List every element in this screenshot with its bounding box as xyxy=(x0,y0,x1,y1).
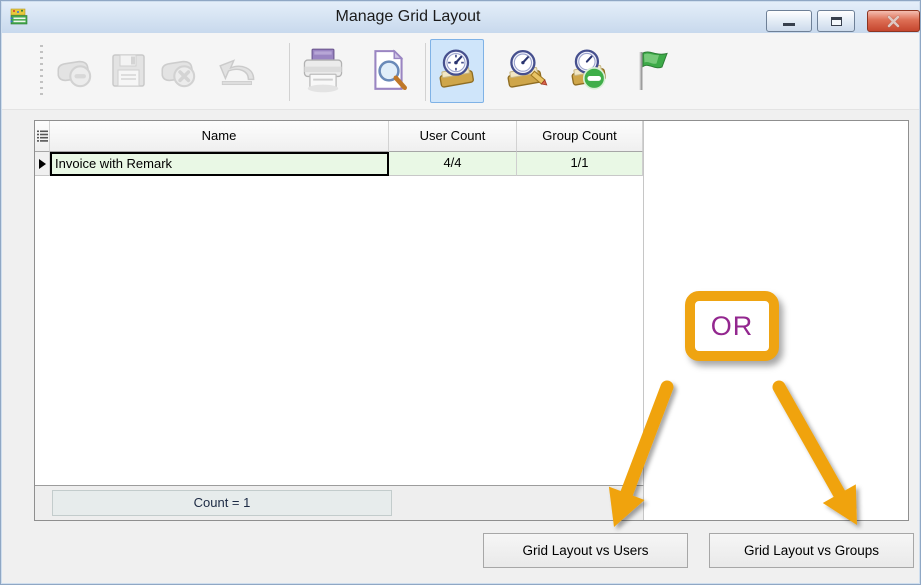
undo-button[interactable] xyxy=(212,39,266,103)
cell-group-count[interactable]: 1/1 xyxy=(517,152,643,176)
toolbar-grip[interactable] xyxy=(40,45,43,99)
print-preview-icon xyxy=(366,47,412,95)
cancel-layout-button[interactable] xyxy=(152,39,206,103)
delete-stamp-icon xyxy=(52,48,98,94)
column-chooser-button[interactable] xyxy=(35,121,50,152)
cancel-stamp-icon xyxy=(156,48,202,94)
minimize-button[interactable] xyxy=(766,10,812,32)
current-row-arrow-icon xyxy=(39,159,46,169)
close-icon xyxy=(887,15,900,28)
edit-grid-layout-button[interactable] xyxy=(498,39,552,103)
remove-grid-layout-button[interactable] xyxy=(562,39,616,103)
toolbar-separator xyxy=(289,43,290,101)
column-header-group-count[interactable]: Group Count xyxy=(517,121,643,152)
print-icon xyxy=(299,47,347,95)
grid-footer: Count = 1 xyxy=(35,485,644,520)
row-indicator xyxy=(35,152,50,176)
delete-layout-button[interactable] xyxy=(48,39,102,103)
app-icon xyxy=(10,7,30,27)
print-button[interactable] xyxy=(296,39,350,103)
flag-icon xyxy=(633,48,677,94)
column-chooser-icon xyxy=(37,130,48,143)
save-icon xyxy=(107,49,151,93)
titlebar: Manage Grid Layout xyxy=(2,2,919,33)
undo-icon xyxy=(213,48,265,94)
grid-layout-button[interactable] xyxy=(430,39,484,103)
grid-columns-right-edge xyxy=(643,121,644,520)
column-header-name[interactable]: Name xyxy=(50,121,389,152)
maximize-button[interactable] xyxy=(817,10,855,32)
flag-button[interactable] xyxy=(628,39,682,103)
manage-grid-layout-window: Manage Grid Layout xyxy=(0,0,921,585)
column-header-user-count[interactable]: User Count xyxy=(389,121,517,152)
row-count-summary: Count = 1 xyxy=(52,490,392,516)
toolbar xyxy=(2,33,919,110)
grid-layout-remove-icon xyxy=(566,48,612,94)
grid-layout-vs-groups-button[interactable]: Grid Layout vs Groups xyxy=(709,533,914,568)
grid-layout-icon xyxy=(434,48,480,94)
close-button[interactable] xyxy=(867,10,920,32)
toolbar-separator xyxy=(425,43,426,101)
cell-name[interactable]: Invoice with Remark xyxy=(50,152,389,176)
window-title: Manage Grid Layout xyxy=(62,2,754,33)
minimize-icon xyxy=(783,23,795,26)
cell-user-count[interactable]: 4/4 xyxy=(389,152,517,176)
save-layout-button[interactable] xyxy=(102,39,156,103)
print-preview-button[interactable] xyxy=(362,39,416,103)
grid-layout-vs-users-button[interactable]: Grid Layout vs Users xyxy=(483,533,688,568)
grid-layout-table: Name User Count Group Count Invoice with… xyxy=(34,120,909,521)
grid-layout-edit-icon xyxy=(502,48,548,94)
maximize-icon xyxy=(831,17,842,26)
